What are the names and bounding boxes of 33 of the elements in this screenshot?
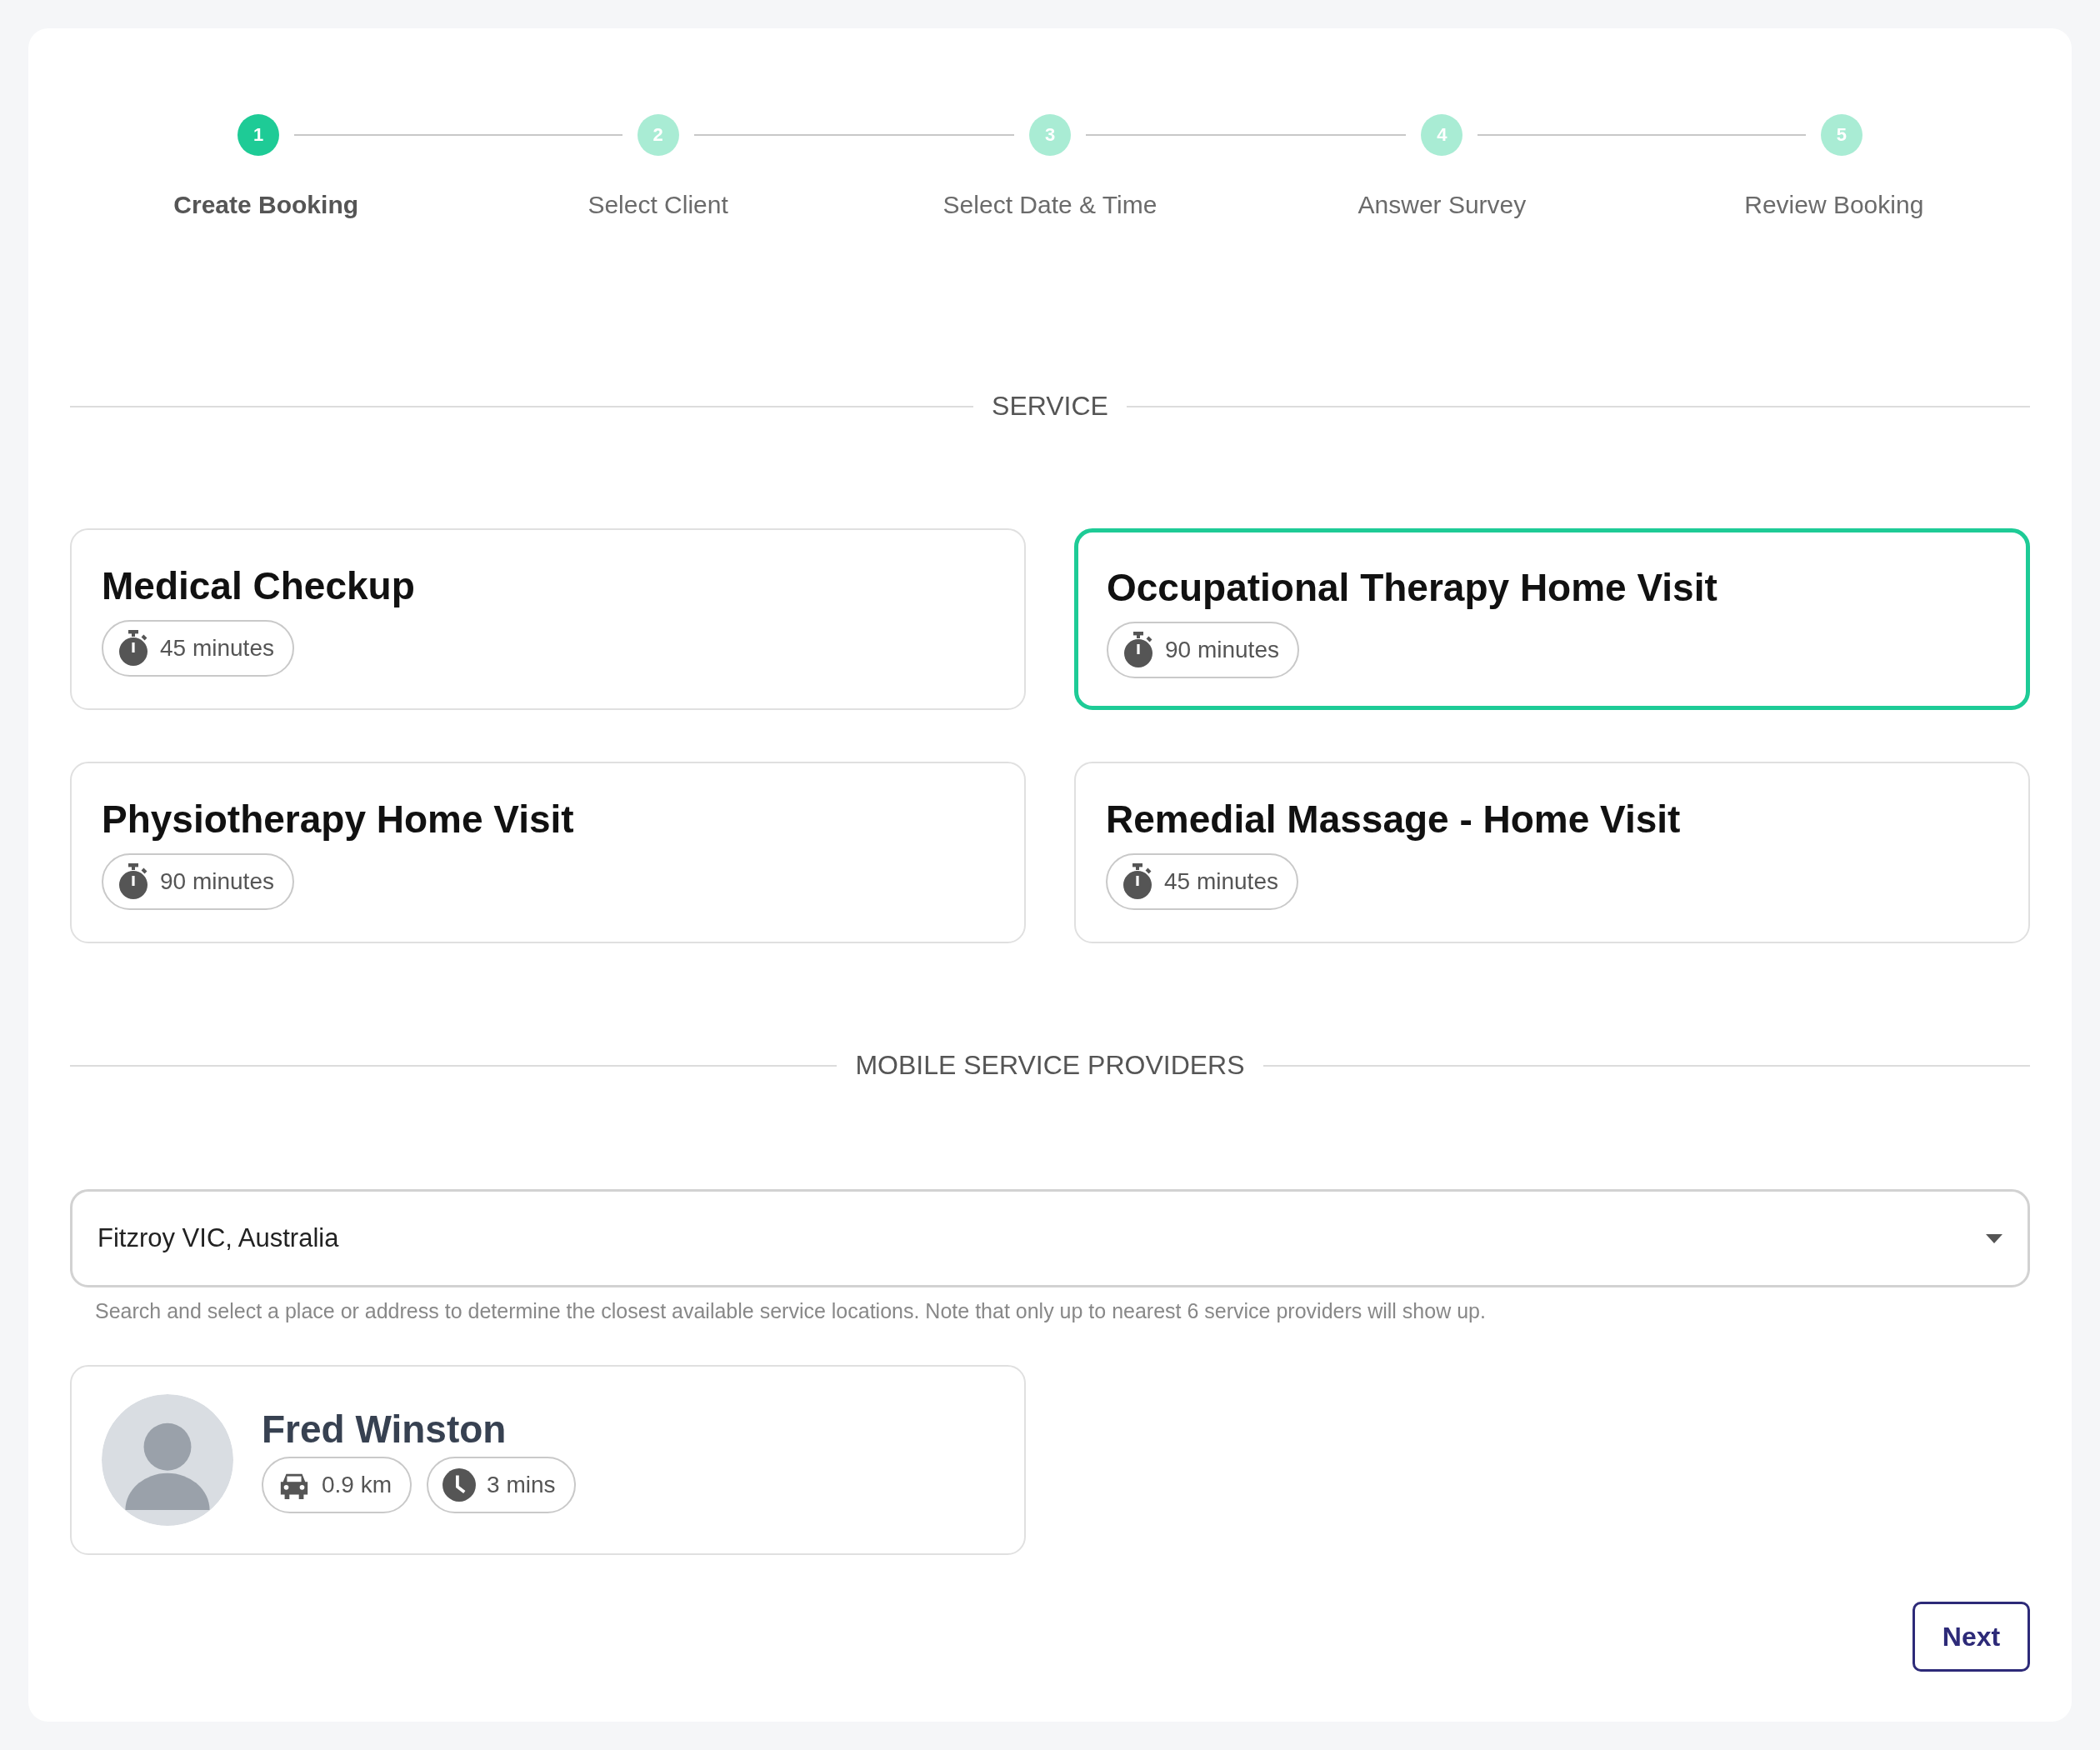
service-card[interactable]: Occupational Therapy Home Visit 90 minutes xyxy=(1074,528,2030,710)
service-name: Medical Checkup xyxy=(102,563,416,609)
location-select[interactable]: Fitzroy VIC, Australia xyxy=(70,1189,2030,1288)
service-card[interactable]: Physiotherapy Home Visit 90 minutes xyxy=(70,762,1026,943)
caret-icon xyxy=(1986,1233,2002,1243)
step-label: Review Booking xyxy=(1744,191,1924,219)
clock-icon xyxy=(442,1468,478,1502)
avatar-icon xyxy=(102,1394,233,1526)
service-card[interactable]: Medical Checkup 45 minutes xyxy=(70,528,1026,710)
stopwatch-icon xyxy=(117,630,150,668)
step-label: Answer Survey xyxy=(1358,191,1527,219)
step-label: Select Date & Time xyxy=(942,191,1158,219)
service-name: Occupational Therapy Home Visit xyxy=(1107,565,1718,611)
step-label: Create Booking xyxy=(173,191,359,219)
duration-text: 45 minutes xyxy=(1164,868,1278,896)
stopwatch-icon xyxy=(117,863,150,901)
helper-text: Search and select a place or address to determine the closest available service locations. Note that only up to nearest 6 service providers will show up. xyxy=(95,1299,1487,1323)
service-name: Remedial Massage - Home Visit xyxy=(1106,797,1682,842)
section-heading: MOBILE SERVICE PROVIDERS xyxy=(855,1050,1245,1081)
stopwatch-icon xyxy=(1121,863,1154,901)
distance-text: 0.9 km xyxy=(322,1472,392,1498)
provider-name: Fred Winston xyxy=(262,1407,508,1452)
duration-text: 45 minutes xyxy=(160,635,274,662)
step-label: Select Client xyxy=(588,191,728,219)
section-heading: SERVICE xyxy=(992,391,1108,422)
stopwatch-icon xyxy=(1122,632,1155,669)
service-card[interactable]: Remedial Massage - Home Visit 45 minutes xyxy=(1074,762,2030,943)
provider-card[interactable]: Fred Winston 0.9 km 3 mins xyxy=(70,1365,1026,1555)
duration-text: 90 minutes xyxy=(1165,637,1279,664)
next-button[interactable]: Next xyxy=(1912,1602,2030,1672)
travel-time-text: 3 mins xyxy=(487,1472,556,1498)
duration-text: 90 minutes xyxy=(160,868,274,896)
service-name: Physiotherapy Home Visit xyxy=(102,797,575,842)
